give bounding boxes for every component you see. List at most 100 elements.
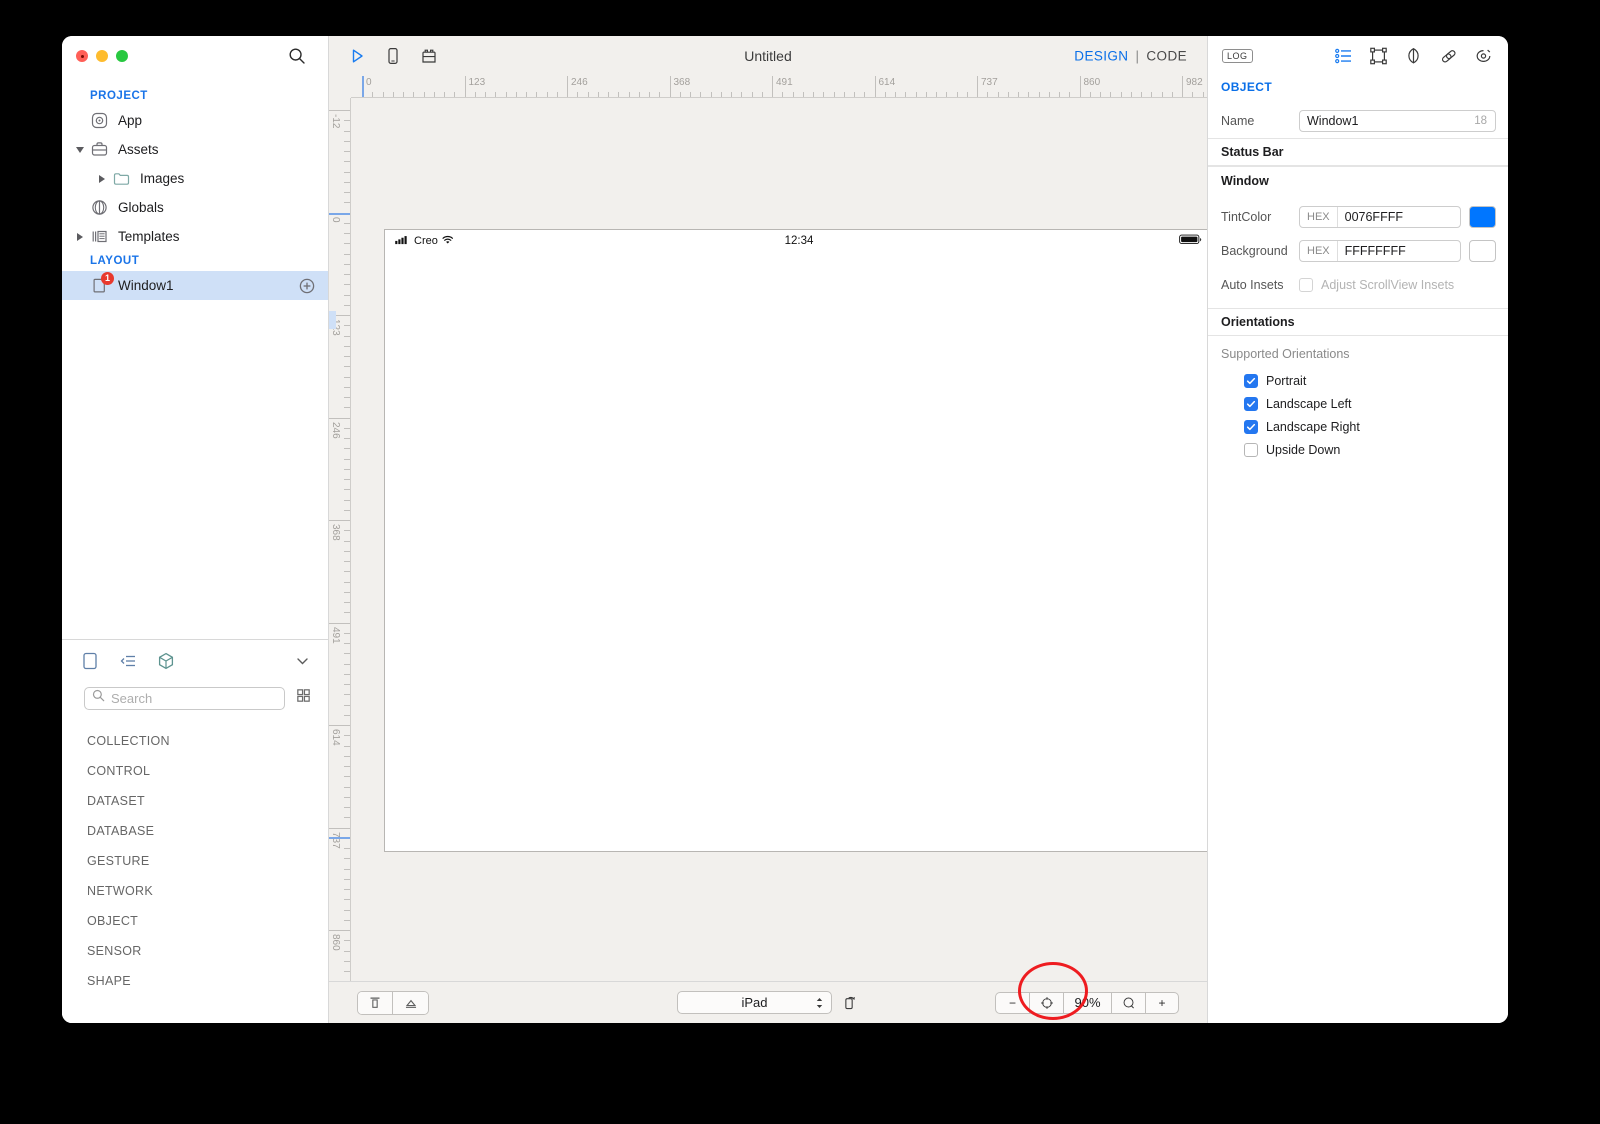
sidebar-item-globals[interactable]: Globals xyxy=(62,193,328,222)
device-select[interactable]: iPad xyxy=(677,991,832,1014)
ruler-minor-tick xyxy=(925,92,927,97)
list-item[interactable]: SENSOR xyxy=(62,936,328,966)
ruler-minor-tick xyxy=(454,92,456,97)
orientation-label: Upside Down xyxy=(1266,442,1341,457)
design-canvas-area: Untitled DESIGN | CODE 0 123 246 368 491 614 7… xyxy=(329,36,1208,1023)
list-item[interactable]: OBJECT xyxy=(62,906,328,936)
group-header-window[interactable]: Window xyxy=(1208,166,1508,194)
list-item[interactable]: DATABASE xyxy=(62,816,328,846)
ruler-minor-tick xyxy=(344,899,350,901)
chevron-down-icon[interactable] xyxy=(295,654,310,669)
list-item[interactable]: COLLECTION xyxy=(62,726,328,756)
ruler-minor-tick xyxy=(344,663,350,665)
log-button[interactable]: LOG xyxy=(1222,49,1253,63)
play-icon[interactable] xyxy=(347,46,367,66)
rotate-device-icon[interactable] xyxy=(841,994,859,1012)
vertical-ruler[interactable]: -120123246368491614737860 xyxy=(329,98,351,981)
ruler-tick-label: 860 xyxy=(1083,77,1101,88)
ruler-minor-tick xyxy=(344,735,350,737)
events-inspector-icon[interactable] xyxy=(1473,46,1494,67)
sidebar-item-images[interactable]: Images xyxy=(62,164,328,193)
orientation-landscape-left[interactable]: Landscape Left xyxy=(1208,392,1508,415)
outline-tab-icon[interactable] xyxy=(118,651,138,671)
device-icon[interactable] xyxy=(383,46,403,66)
ruler-tick-label: 614 xyxy=(878,77,896,88)
ruler-minor-tick xyxy=(1100,92,1101,97)
layout-inspector-icon[interactable] xyxy=(1368,46,1389,67)
list-inspector-icon[interactable] xyxy=(1333,46,1354,67)
window-titlebar xyxy=(62,36,328,76)
group-header-status-bar[interactable]: Status Bar xyxy=(1208,138,1508,166)
close-window-button[interactable] xyxy=(76,50,88,62)
ruler-minor-tick xyxy=(1120,92,1122,97)
orientation-label: Landscape Right xyxy=(1266,419,1360,434)
zoom-level-value[interactable]: 90% xyxy=(1063,991,1111,1014)
list-item[interactable]: DATASET xyxy=(62,786,328,816)
list-item[interactable]: SHAPE xyxy=(62,966,328,996)
background-hex-value: FFFFFFFF xyxy=(1344,244,1406,258)
zoom-out-button[interactable]: − xyxy=(995,991,1029,1014)
sidebar-item-assets[interactable]: Assets xyxy=(62,135,328,164)
search-icon xyxy=(92,689,105,707)
orientation-portrait[interactable]: Portrait xyxy=(1208,369,1508,392)
canvas-viewport[interactable]: Creo 12:34 xyxy=(351,98,1207,981)
zoom-actual-icon[interactable] xyxy=(1111,991,1145,1014)
layout-tab-icon[interactable] xyxy=(80,651,100,671)
orientation-landscape-right[interactable]: Landscape Right xyxy=(1208,415,1508,438)
minimize-window-button[interactable] xyxy=(96,50,108,62)
search-field[interactable] xyxy=(111,690,277,706)
grid-view-icon[interactable] xyxy=(295,687,312,709)
ruler-minor-tick xyxy=(344,479,350,480)
name-label: Name xyxy=(1221,114,1255,128)
style-inspector-icon[interactable] xyxy=(1403,46,1424,67)
zoom-fit-icon[interactable] xyxy=(1029,991,1063,1014)
ruler-minor-tick xyxy=(690,92,691,97)
ruler-minor-tick xyxy=(344,468,350,470)
link-inspector-icon[interactable] xyxy=(1438,46,1459,67)
add-icon[interactable] xyxy=(299,278,315,294)
search-input[interactable] xyxy=(84,686,285,710)
design-mode-button[interactable]: DESIGN xyxy=(1074,49,1128,64)
zoom-in-button[interactable]: + xyxy=(1145,991,1179,1014)
list-item[interactable]: NETWORK xyxy=(62,876,328,906)
code-mode-button[interactable]: CODE xyxy=(1146,49,1187,64)
ruler-minor-tick xyxy=(344,397,350,398)
ruler-major-tick xyxy=(329,930,350,931)
name-field[interactable]: Window1 18 xyxy=(1299,110,1496,132)
object-tab-icon[interactable] xyxy=(156,651,176,671)
background-swatch[interactable] xyxy=(1469,240,1496,262)
library-search-row xyxy=(62,682,328,714)
stepper-icon[interactable] xyxy=(815,996,824,1009)
ruler-minor-tick xyxy=(344,960,350,962)
adjust-scrollview-insets-checkbox[interactable] xyxy=(1299,278,1313,292)
maximize-window-button[interactable] xyxy=(116,50,128,62)
ruler-major-tick xyxy=(977,76,978,97)
search-icon[interactable] xyxy=(288,47,306,65)
disclosure-triangle-closed[interactable] xyxy=(75,232,85,242)
sidebar-item-window1[interactable]: 1 Window1 xyxy=(62,271,328,300)
ruler-minor-tick xyxy=(597,92,599,97)
sidebar-item-app[interactable]: App xyxy=(62,106,328,135)
upside-down-checkbox[interactable] xyxy=(1244,442,1258,457)
list-item[interactable]: GESTURE xyxy=(62,846,328,876)
landscape-right-checkbox[interactable] xyxy=(1244,419,1258,434)
ruler-minor-tick xyxy=(344,181,350,183)
disclosure-triangle-closed[interactable] xyxy=(97,174,107,184)
ruler-tick-label: 246 xyxy=(571,77,588,88)
group-header-orientations[interactable]: Orientations xyxy=(1208,308,1508,336)
background-hex-field[interactable]: HEX FFFFFFFF xyxy=(1299,240,1461,262)
list-item[interactable]: CONTROL xyxy=(62,756,328,786)
tintcolor-hex-field[interactable]: HEX 0076FFFF xyxy=(1299,206,1461,228)
disclosure-triangle-open[interactable] xyxy=(75,145,85,155)
sidebar-item-templates[interactable]: Templates xyxy=(62,222,328,251)
sidebar-item-label: Images xyxy=(140,171,185,186)
device-preview[interactable]: Creo 12:34 xyxy=(384,229,1207,852)
tintcolor-swatch[interactable] xyxy=(1469,206,1496,228)
ruler-minor-tick xyxy=(751,92,753,97)
orientation-upside-down[interactable]: Upside Down xyxy=(1208,438,1508,461)
widgets-icon[interactable] xyxy=(419,46,439,66)
portrait-checkbox[interactable] xyxy=(1244,373,1258,388)
orientation-label: Landscape Left xyxy=(1266,396,1352,411)
landscape-left-checkbox[interactable] xyxy=(1244,396,1258,411)
horizontal-ruler[interactable]: 0 123 246 368 491 614 737 860 982 xyxy=(351,76,1207,98)
